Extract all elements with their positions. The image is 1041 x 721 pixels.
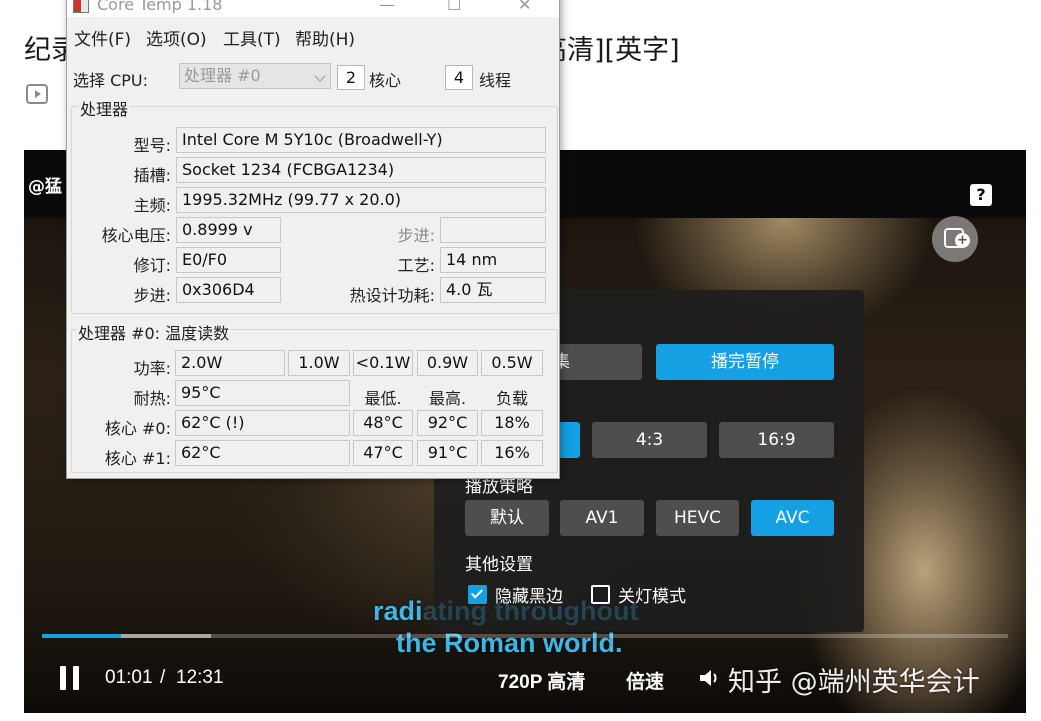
power-label: 功率: (133, 359, 171, 378)
cores-count: 2 (337, 65, 365, 90)
tdp-label: 热设计功耗: (349, 286, 435, 305)
threads-label: 线程 (479, 71, 512, 90)
coretemp-titlebar[interactable]: Core Temp 1.18 — ☐ ✕ (67, 0, 559, 17)
uploader-label: @猛 (28, 177, 62, 197)
cpu-select-value: 处理器 #0 (184, 66, 261, 85)
close-icon[interactable]: ✕ (518, 0, 531, 14)
vcore-field: 0.8999 v (176, 217, 281, 243)
maximize-icon[interactable]: ☐ (447, 0, 461, 14)
tdp-field: 4.0 瓦 (440, 277, 546, 303)
pause-after-play-button[interactable]: 播完暂停 (656, 344, 834, 380)
codec-default-button[interactable]: 默认 (465, 500, 549, 536)
subtitle-line-1-faded: ating throughout (422, 596, 639, 626)
other-settings-label: 其他设置 (465, 555, 533, 575)
volume-icon[interactable] (698, 668, 722, 688)
core0-temp: 62°C (!) (175, 410, 350, 436)
aspect-16-9-button[interactable]: 16:9 (719, 422, 834, 458)
lithography-field: 14 nm (440, 247, 546, 273)
quality-button[interactable]: 720P 高清 (498, 667, 585, 694)
temperature-group-title: 处理器 #0: 温度读数 (76, 320, 232, 344)
subtitle-line-2: the Roman world. (396, 628, 623, 658)
pause-button[interactable] (60, 666, 80, 690)
progress-played (42, 634, 122, 638)
time-separator: / (160, 667, 166, 688)
play-count-icon (26, 84, 48, 104)
vcore-label: 核心电压: (101, 226, 171, 245)
load-header: 负载 (495, 389, 528, 408)
cpuid-label: 步进: (133, 286, 171, 305)
frequency-label: 主频: (133, 196, 171, 215)
select-cpu-label: 选择 CPU: (73, 71, 149, 90)
core0-max: 92°C (417, 410, 478, 436)
tjmax-label: 耐热: (133, 389, 171, 408)
subtitle-line-1: radiating throughout (373, 596, 638, 627)
min-header: 最低. (364, 389, 402, 408)
coretemp-window: Core Temp 1.18 — ☐ ✕ 文件(F) 选项(O) 工具(T) 帮… (66, 0, 560, 479)
threads-count: 4 (445, 65, 473, 90)
stepping-label-right: 步进: (397, 226, 435, 245)
core1-max: 91°C (417, 440, 478, 466)
subtitle-line-1-visible: radi (373, 596, 423, 626)
duration: 12:31 (176, 667, 224, 688)
core1-temp: 62°C (175, 440, 350, 466)
tjmax-field: 95°C (175, 380, 350, 406)
cpuid-field: 0x306D4 (176, 277, 281, 303)
power-value-3: <0.1W (353, 350, 413, 376)
progress-bar[interactable] (42, 634, 1008, 638)
aspect-4-3-button[interactable]: 4:3 (592, 422, 707, 458)
menu-help[interactable]: 帮助(H) (295, 25, 355, 50)
core0-label: 核心 #0: (104, 419, 171, 438)
processor-group-title: 处理器 (78, 96, 131, 120)
lithography-label: 工艺: (397, 256, 435, 275)
core0-load: 18% (481, 410, 543, 436)
stepping-field-right (440, 217, 546, 243)
minimize-icon[interactable]: — (379, 0, 395, 14)
core0-min: 48°C (353, 410, 413, 436)
model-field: Intel Core M 5Y10c (Broadwell-Y) (176, 127, 546, 153)
cpu-select[interactable]: 处理器 #0 (179, 63, 331, 89)
core1-min: 47°C (353, 440, 413, 466)
window-title: Core Temp 1.18 (97, 0, 223, 14)
revision-field: E0/F0 (176, 247, 281, 273)
page-title-tail: 高清][英字] (540, 35, 680, 66)
chevron-down-icon (314, 70, 326, 82)
codec-avc-button[interactable]: AVC (751, 500, 834, 536)
socket-field: Socket 1234 (FCBGA1234) (176, 157, 546, 183)
menu-tools[interactable]: 工具(T) (223, 25, 281, 50)
menu-file[interactable]: 文件(F) (74, 25, 131, 50)
max-header: 最高. (428, 389, 467, 408)
power-value-5: 0.5W (481, 350, 543, 376)
codec-av1-button[interactable]: AV1 (560, 500, 644, 536)
core1-load: 16% (481, 440, 543, 466)
picture-in-picture-icon[interactable] (932, 216, 978, 262)
cores-label: 核心 (369, 71, 402, 90)
model-label: 型号: (133, 136, 171, 155)
power-total: 2.0W (175, 350, 285, 376)
watermark: 知乎 @端州英华会计 (728, 667, 980, 698)
help-icon[interactable]: ? (970, 184, 992, 206)
frequency-field: 1995.32MHz (99.77 x 20.0) (176, 187, 546, 213)
menu-options[interactable]: 选项(O) (146, 25, 207, 50)
revision-label: 修订: (133, 256, 171, 275)
power-value-2: 1.0W (288, 350, 350, 376)
codec-hevc-button[interactable]: HEVC (656, 500, 739, 536)
core1-label: 核心 #1: (104, 449, 171, 468)
speed-button[interactable]: 倍速 (626, 667, 664, 694)
socket-label: 插槽: (133, 166, 171, 185)
power-value-4: 0.9W (417, 350, 478, 376)
current-time: 01:01 (105, 667, 153, 688)
coretemp-app-icon (73, 0, 89, 13)
